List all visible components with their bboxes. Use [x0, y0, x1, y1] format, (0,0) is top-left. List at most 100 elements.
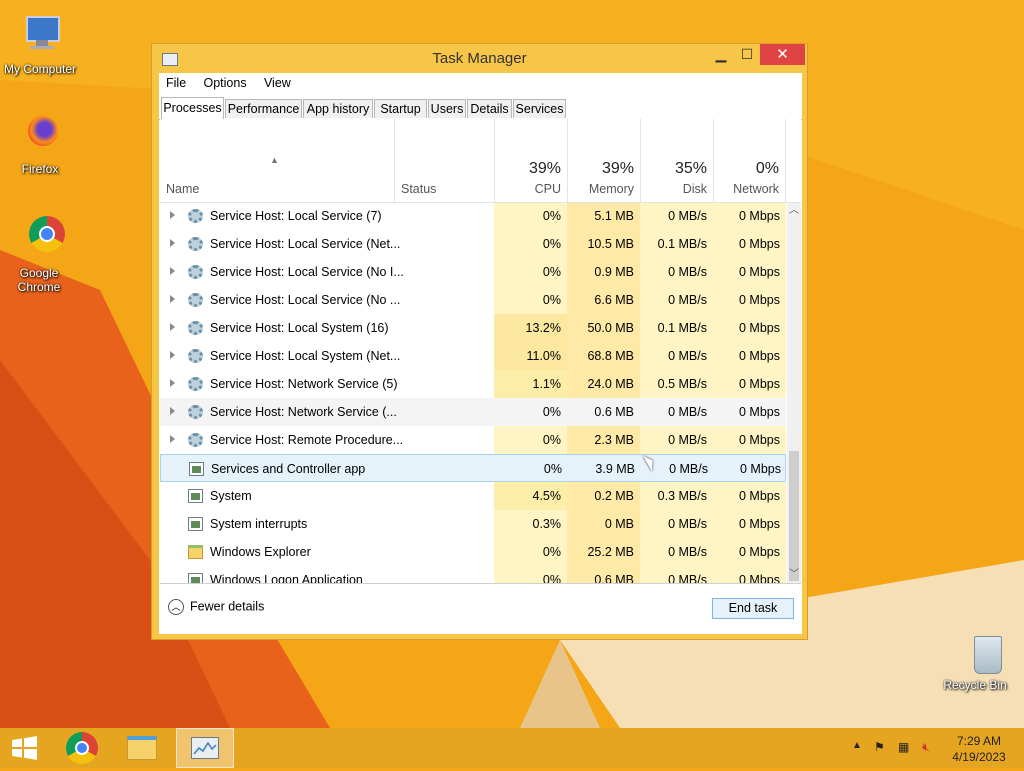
net-cell: 0 Mbps [713, 258, 786, 286]
table-row[interactable]: System interrupts 0.3% 0 MB 0 MB/s 0 Mbps [160, 510, 786, 538]
desktop-icon-label: Google Chrome [17, 266, 61, 294]
minimize-button[interactable]: ▁ [708, 44, 734, 65]
title-bar[interactable]: Task Manager ▁ ☐ ✕ [152, 44, 807, 74]
scroll-down-icon[interactable]: ﹀ [787, 567, 801, 583]
table-row[interactable]: Service Host: Local System (Net... 11.0% 6… [160, 342, 786, 370]
column-header-network[interactable]: 0% Network [713, 119, 786, 203]
menu-view[interactable]: View [257, 73, 298, 90]
folder-icon [188, 545, 203, 559]
desktop-icon-firefox[interactable]: Firefox [0, 112, 80, 176]
process-name: Service Host: Remote Procedure... [210, 433, 404, 447]
table-row[interactable]: Services and Controller app 0% 3.9 MB 0 MB/… [160, 454, 786, 482]
desktop-icon-google-chrome[interactable]: Google Chrome [0, 216, 79, 294]
table-row[interactable]: System 4.5% 0.2 MB 0.3 MB/s 0 Mbps [160, 482, 786, 510]
mem-cell: 0 MB [567, 510, 640, 538]
tab-services[interactable]: Services [513, 99, 566, 118]
table-row[interactable]: Service Host: Local Service (7) 0% 5.1 MB 0… [160, 203, 786, 230]
cpu-cell: 0.3% [494, 510, 567, 538]
taskbar-chrome[interactable] [58, 728, 106, 768]
menu-options[interactable]: Options [197, 73, 254, 90]
action-center-flag-icon[interactable]: ⚑ [874, 740, 885, 754]
vertical-scrollbar[interactable]: ︿ ﹀ [787, 203, 801, 583]
table-row[interactable]: Service Host: Local System (16) 13.2% 50.0… [160, 314, 786, 342]
expand-arrow-icon[interactable] [170, 211, 175, 219]
column-label: Network [733, 182, 779, 196]
net-cell: 0 Mbps [713, 370, 786, 398]
taskbar-clock[interactable]: 7:29 AM 4/19/2023 [945, 733, 1013, 765]
process-name-cell: Service Host: Network Service (... [160, 398, 494, 426]
net-cell: 0 Mbps [713, 566, 786, 583]
table-row[interactable]: Service Host: Remote Procedure... 0% 2.3 M… [160, 426, 786, 454]
column-label: Status [401, 182, 437, 196]
menu-file[interactable]: File [159, 73, 193, 90]
table-row[interactable]: Service Host: Network Service (... 0% 0.6 … [160, 398, 786, 426]
tab-processes[interactable]: Processes [161, 97, 224, 120]
process-name-cell: Windows Explorer [160, 538, 494, 566]
service-gear-icon [188, 377, 203, 391]
fewer-details-button[interactable]: ︿ Fewer details [168, 599, 264, 615]
cpu-cell: 11.0% [494, 342, 567, 370]
service-gear-icon [188, 405, 203, 419]
mem-cell: 5.1 MB [567, 203, 640, 230]
table-row[interactable]: Service Host: Local Service (No I... 0% 0.… [160, 258, 786, 286]
process-name: System [210, 489, 252, 503]
expand-arrow-icon[interactable] [170, 407, 175, 415]
tab-app-history[interactable]: App history [303, 99, 373, 118]
table-header: ▲ Name Status 39% CPU 39% Memory 35% Dis… [160, 119, 801, 203]
cpu-cell: 0% [494, 230, 567, 258]
desktop-icon-my-computer[interactable]: My Computer [0, 12, 80, 76]
start-button[interactable] [0, 728, 48, 768]
expand-arrow-icon[interactable] [170, 323, 175, 331]
mem-cell: 0.6 MB [567, 566, 640, 583]
column-header-cpu[interactable]: 39% CPU [494, 119, 567, 203]
process-name: Service Host: Local Service (Net... [210, 237, 401, 251]
end-task-button[interactable]: End task [712, 598, 794, 619]
expand-arrow-icon[interactable] [170, 267, 175, 275]
disk-cell: 0 MB/s [640, 203, 713, 230]
column-header-name[interactable]: ▲ Name [160, 119, 394, 203]
expand-arrow-icon[interactable] [170, 295, 175, 303]
task-manager-window: Task Manager ▁ ☐ ✕ File Options View Pro… [151, 43, 808, 640]
tab-users[interactable]: Users [428, 99, 466, 118]
tab-performance[interactable]: Performance [225, 99, 302, 118]
expand-arrow-icon[interactable] [170, 379, 175, 387]
column-label: Name [166, 182, 200, 196]
disk-cell: 0 MB/s [640, 286, 713, 314]
mem-cell: 24.0 MB [567, 370, 640, 398]
window-client: File Options View Processes Performance … [159, 73, 802, 634]
desktop-icon-label: Recycle Bin [943, 678, 1007, 692]
column-label: Disk [682, 182, 707, 196]
column-header-status[interactable]: Status [394, 119, 494, 203]
expand-arrow-icon[interactable] [170, 239, 175, 247]
taskbar-file-explorer[interactable] [118, 728, 166, 768]
taskbar-task-manager[interactable] [176, 728, 234, 768]
table-row[interactable]: Service Host: Local Service (Net... 0% 10.… [160, 230, 786, 258]
desktop-icon-recycle-bin[interactable]: Recycle Bin [935, 632, 1015, 692]
scroll-up-icon[interactable]: ︿ [787, 203, 801, 219]
network-icon[interactable]: ▦ [898, 740, 909, 754]
show-hidden-icons-icon[interactable]: ▲ [852, 740, 862, 751]
net-cell: 0 Mbps [713, 342, 786, 370]
expand-arrow-icon[interactable] [170, 435, 175, 443]
desktop-icon-label: My Computer [3, 62, 77, 76]
column-header-memory[interactable]: 39% Memory [567, 119, 640, 203]
app-window-icon [188, 489, 203, 503]
table-row[interactable]: Windows Explorer 0% 25.2 MB 0 MB/s 0 Mbps [160, 538, 786, 566]
expand-arrow-icon[interactable] [170, 351, 175, 359]
process-name-cell: System [160, 482, 494, 510]
app-window-icon [188, 517, 203, 531]
column-header-disk[interactable]: 35% Disk [640, 119, 713, 203]
maximize-button[interactable]: ☐ [734, 44, 760, 65]
volume-muted-icon[interactable]: 🔇︎ [922, 740, 930, 755]
net-cell: 0 Mbps [713, 286, 786, 314]
table-row[interactable]: Windows Logon Application 0% 0.6 MB 0 MB/s 0… [160, 566, 786, 583]
windows-logo-icon [12, 736, 37, 760]
scrollbar-thumb[interactable] [789, 451, 799, 581]
table-row[interactable]: Service Host: Local Service (No ... 0% 6.6… [160, 286, 786, 314]
process-name-cell: Service Host: Local System (16) [160, 314, 494, 342]
tab-startup[interactable]: Startup [374, 99, 427, 118]
tab-details[interactable]: Details [467, 99, 512, 118]
process-name: Service Host: Local Service (No I... [210, 265, 404, 279]
close-button[interactable]: ✕ [760, 44, 805, 65]
table-row[interactable]: Service Host: Network Service (5) 1.1% 24.… [160, 370, 786, 398]
